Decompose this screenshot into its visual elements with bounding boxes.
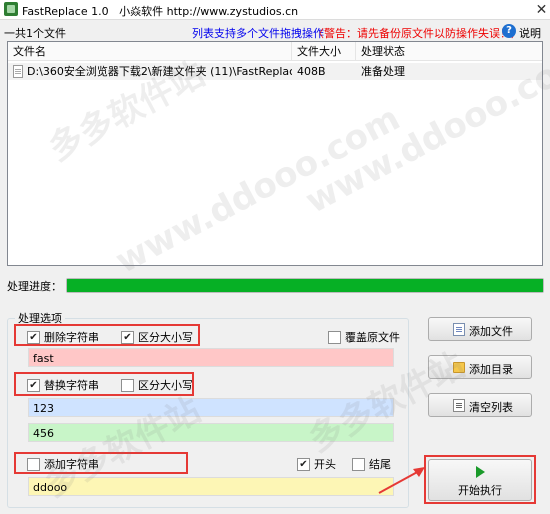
progress-fill [67,279,543,292]
file-count-label: 一共1个文件 [4,27,66,40]
highlight-box-replace [14,372,194,396]
add-begin-check-icon: ✔ [297,458,310,471]
column-header-name[interactable]: 文件名 [8,42,292,61]
add-file-icon [453,323,465,336]
pointer-arrow-icon [378,467,425,494]
drag-hint: 列表支持多个文件拖拽操作 [192,27,324,40]
window-title: FastReplace 1.0 小焱软件 http://www.zystudio… [22,5,299,18]
overwrite-check-icon [328,331,341,344]
folder-icon [453,362,465,373]
clear-list-icon [453,399,465,412]
file-list[interactable]: 文件名 文件大小 处理状态 D:\360安全浏览器下载2\新建文件夹 (11)\… [7,41,543,266]
clear-list-button[interactable]: 清空列表 [428,393,532,417]
progress-label: 处理进度： [7,280,62,293]
column-header-size[interactable]: 文件大小 [292,42,356,61]
add-end-check-icon [352,458,365,471]
add-string-input[interactable]: ddooo [28,477,394,496]
close-icon[interactable]: ✕ [533,0,550,20]
delete-string-input[interactable]: fast [28,348,394,367]
list-header: 文件名 文件大小 处理状态 [8,42,542,61]
file-size-cell: 408B [297,65,326,78]
table-row[interactable]: D:\360安全浏览器下载2\新建文件夹 (11)\FastReplace\特.… [8,63,542,80]
file-status-cell: 准备处理 [361,65,405,78]
highlight-box-delete [14,324,200,346]
file-name-cell: D:\360安全浏览器下载2\新建文件夹 (11)\FastReplace\特.… [27,65,292,78]
help-icon[interactable]: ? [502,24,516,38]
help-link[interactable]: 说明 [519,25,541,41]
replace-from-input[interactable]: 123 [28,398,394,417]
title-bar: FastReplace 1.0 小焱软件 http://www.zystudio… [0,0,550,20]
backup-warning: 〈警告：请先备份原文件以防操作失误！〉 [313,27,522,40]
highlight-box-start [424,455,536,504]
progress-bar [66,278,544,293]
replace-to-input[interactable]: 456 [28,423,394,442]
highlight-box-add [14,452,188,474]
column-header-status[interactable]: 处理状态 [356,42,542,61]
app-icon [4,2,18,16]
add-directory-button[interactable]: 添加目录 [428,355,532,379]
add-file-button[interactable]: 添加文件 [428,317,532,341]
